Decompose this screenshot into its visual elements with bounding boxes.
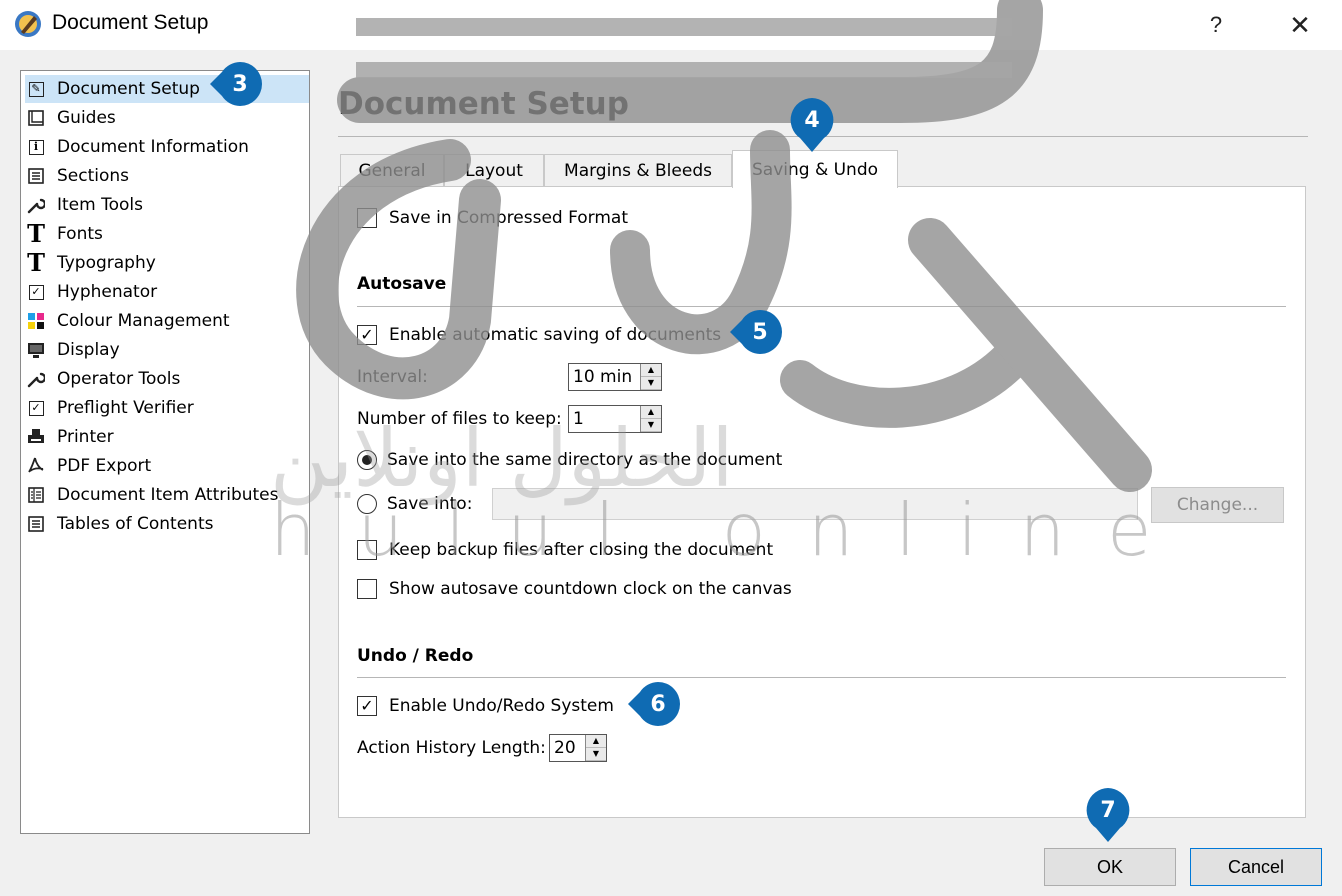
sidebar-item-guides[interactable]: Guides [25,104,309,132]
watermark-bar [356,62,1012,78]
sidebar-item-label: Document Information [57,137,249,157]
settings-sidebar: ✎ Document Setup Guides i Document Infor… [20,70,310,834]
undo-divider [357,677,1286,678]
countdown-clock-checkbox[interactable] [357,579,377,599]
sidebar-item-tables-of-contents[interactable]: Tables of Contents [25,510,309,538]
pdf-icon [25,455,47,477]
callout-3: 3 [210,62,262,106]
sidebar-item-label: Document Item Attributes [57,485,279,505]
page-title: Document Setup [338,86,629,122]
sidebar-item-label: Guides [57,108,116,128]
enable-autosave-checkbox[interactable]: ✓ [357,325,377,345]
attributes-icon [25,484,47,506]
sidebar-item-fonts[interactable]: T Fonts [25,220,309,248]
sidebar-item-label: Operator Tools [57,369,181,389]
help-button[interactable]: ? [1196,8,1236,42]
toc-icon [25,513,47,535]
sidebar-item-label: Printer [57,427,114,447]
callout-5: 5 [730,310,782,354]
wrench-icon [25,194,47,216]
sidebar-item-printer[interactable]: Printer [25,423,309,451]
countdown-clock-option[interactable]: Show autosave countdown clock on the can… [357,579,792,599]
ok-button[interactable]: OK [1044,848,1176,886]
enable-undo-checkbox[interactable]: ✓ [357,696,377,716]
sidebar-item-typography[interactable]: T Typography [25,249,309,277]
sidebar-item-label: Fonts [57,224,103,244]
app-logo-icon [14,10,42,38]
colour-squares-icon [25,310,47,332]
sidebar-item-operator-tools[interactable]: Operator Tools [25,365,309,393]
undo-section-title: Undo / Redo [357,646,474,666]
close-button[interactable]: ✕ [1280,8,1320,42]
sidebar-item-sections[interactable]: Sections [25,162,309,190]
spin-down-icon[interactable]: ▼ [586,748,606,761]
wrench-icon [25,368,47,390]
compressed-format-label: Save in Compressed Format [389,208,629,228]
sidebar-item-label: Hyphenator [57,282,158,302]
interval-value: 10 min [573,367,633,387]
printer-icon [25,426,47,448]
window-title: Document Setup [52,11,209,34]
callout-6: 6 [628,682,680,726]
sidebar-item-label: Document Setup [57,79,200,99]
compressed-format-checkbox[interactable] [357,208,377,228]
history-length-value: 20 [554,738,576,758]
document-setup-icon: ✎ [25,78,47,100]
enable-autosave-option[interactable]: ✓ Enable automatic saving of documents [357,325,721,345]
enable-autosave-label: Enable automatic saving of documents [389,325,722,345]
autosave-section-title: Autosave [357,274,447,294]
guides-icon [25,107,47,129]
spin-up-icon[interactable]: ▲ [586,735,606,748]
checkbox-icon: ✓ [25,397,47,419]
watermark-latin-text: hulul online [270,488,1194,572]
compressed-format-option[interactable]: Save in Compressed Format [357,208,628,228]
countdown-clock-label: Show autosave countdown clock on the can… [389,579,792,599]
interval-spinbox[interactable]: 10 min ▲ ▼ [568,363,662,391]
enable-undo-label: Enable Undo/Redo System [389,696,614,716]
sidebar-item-display[interactable]: Display [25,336,309,364]
tab-general[interactable]: General [340,154,444,187]
history-length-spinbox[interactable]: 20 ▲ ▼ [549,734,607,762]
sidebar-item-preflight-verifier[interactable]: ✓ Preflight Verifier [25,394,309,422]
tab-margins-bleeds[interactable]: Margins & Bleeds [544,154,732,187]
sidebar-item-label: PDF Export [57,456,152,476]
enable-undo-option[interactable]: ✓ Enable Undo/Redo System [357,696,614,716]
typography-t-icon: T [27,248,45,277]
sidebar-item-label: Preflight Verifier [57,398,194,418]
history-length-label: Action History Length: [357,738,546,758]
callout-7: 7 [1086,788,1130,842]
checkbox-icon: ✓ [25,281,47,303]
sidebar-item-document-information[interactable]: i Document Information [25,133,309,161]
sidebar-item-label: Display [57,340,120,360]
info-icon: i [25,136,47,158]
sidebar-item-label: Colour Management [57,311,230,331]
sidebar-item-colour-management[interactable]: Colour Management [25,307,309,335]
callout-4: 4 [790,98,834,152]
interval-label: Interval: [357,367,428,387]
sidebar-item-item-tools[interactable]: Item Tools [25,191,309,219]
sidebar-item-label: Typography [57,253,156,273]
tab-layout[interactable]: Layout [444,154,544,187]
spin-down-icon[interactable]: ▼ [641,377,661,390]
tab-saving-undo[interactable]: Saving & Undo [732,150,898,188]
font-t-icon: T [27,219,45,248]
sidebar-item-label: Sections [57,166,130,186]
autosave-divider [357,306,1286,307]
sidebar-item-document-item-attributes[interactable]: Document Item Attributes [25,481,309,509]
spin-up-icon[interactable]: ▲ [641,364,661,377]
sidebar-item-label: Tables of Contents [57,514,214,534]
sidebar-item-document-setup[interactable]: ✎ Document Setup [25,75,309,103]
sidebar-item-label: Item Tools [57,195,143,215]
cancel-button[interactable]: Cancel [1190,848,1322,886]
sidebar-item-hyphenator[interactable]: ✓ Hyphenator [25,278,309,306]
sections-icon [25,165,47,187]
sidebar-item-pdf-export[interactable]: PDF Export [25,452,309,480]
watermark-bar [356,18,1012,36]
monitor-icon [25,339,47,361]
